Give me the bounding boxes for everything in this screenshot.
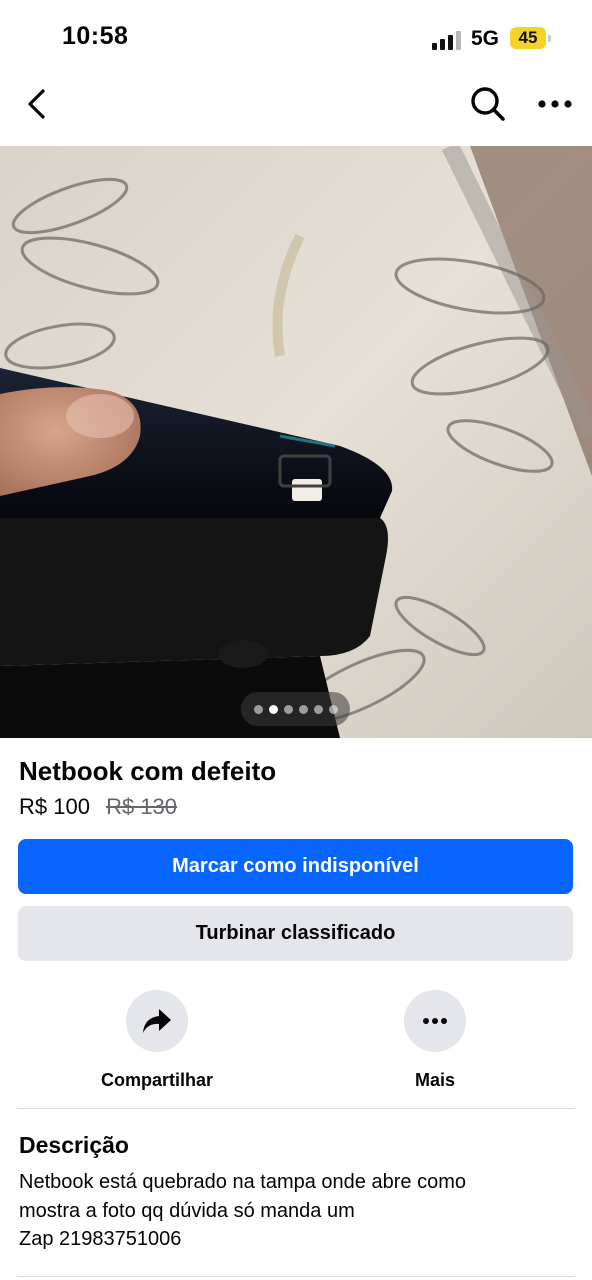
chevron-left-icon [28,89,45,119]
gallery-dot-active[interactable] [268,704,278,714]
network-type: 5G [471,27,500,50]
status-time: 10:58 [62,22,129,50]
more-horizontal-icon [423,1018,447,1024]
share-label: Compartilhar [100,1070,214,1090]
search-button[interactable] [466,82,510,126]
battery-tip [548,35,551,42]
boost-listing-button[interactable]: Turbinar classificado [18,906,573,961]
more-button[interactable] [404,990,466,1052]
share-action[interactable]: Compartilhar [77,990,237,1091]
gallery-dot[interactable] [253,704,263,714]
more-action[interactable]: Mais [355,990,515,1091]
gallery-pagination[interactable] [241,692,350,726]
share-arrow-icon [143,1009,171,1033]
signal-icon [432,31,461,50]
listing-photo[interactable] [0,146,592,738]
back-button[interactable] [14,82,58,126]
more-horizontal-icon [538,100,572,108]
share-button[interactable] [126,990,188,1052]
gallery-dot[interactable] [313,704,323,714]
netbook-photo-illustration [0,146,592,738]
description-text: Netbook está quebrado na tampa onde abre… [19,1171,466,1250]
nav-bar [0,72,592,144]
section-divider [18,1276,574,1277]
mark-unavailable-button[interactable]: Marcar como indisponível [18,839,573,894]
battery-indicator: 45 [510,27,546,49]
price-row: R$ 100 R$ 130 [19,794,177,820]
original-price: R$ 130 [106,794,178,819]
gallery-dot[interactable] [328,704,338,714]
listing-title: Netbook com defeito [19,756,277,786]
more-label: Mais [414,1070,456,1090]
section-divider [18,1108,574,1109]
description-heading: Descrição [19,1132,129,1158]
status-bar: 10:58 5G 45 [0,0,592,70]
search-icon [471,87,505,121]
gallery-dot[interactable] [283,704,293,714]
listing-price: R$ 100 [19,794,90,819]
gallery-dot[interactable] [298,704,308,714]
more-options-button[interactable] [533,82,577,126]
